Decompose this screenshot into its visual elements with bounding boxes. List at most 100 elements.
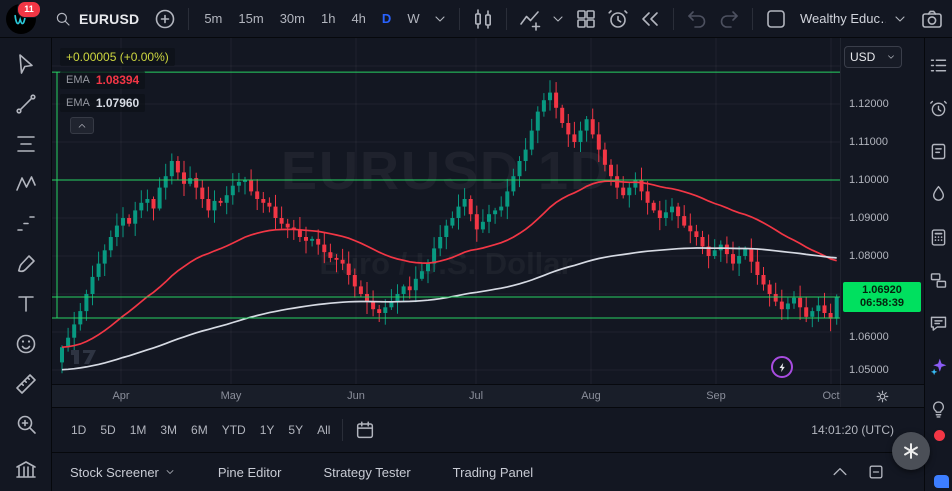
top-toolbar: 11 EURUSD 5m 15m 30m 1h 4h D W: [0, 0, 952, 38]
notification-dot: [932, 428, 947, 443]
emoji-tool-icon[interactable]: [13, 331, 39, 357]
object-tree-icon[interactable]: [928, 270, 949, 291]
go-to-date-calendar-icon[interactable]: [352, 417, 378, 443]
support-chat-icon[interactable]: [934, 475, 949, 488]
ai-sparkle-icon[interactable]: [928, 356, 949, 377]
chart-pane[interactable]: EURUSD 1D Euro / U.S. Dollar +0.00005 (+…: [52, 38, 840, 384]
price-tick: 1.12000: [849, 98, 889, 110]
timeframe-chevron-down-icon[interactable]: [430, 9, 450, 29]
time-axis[interactable]: Apr May Jun Jul Aug Sep Oct: [52, 384, 840, 407]
hotlists-flame-icon[interactable]: [928, 184, 949, 205]
tab-stock-screener[interactable]: Stock Screener: [70, 465, 176, 480]
timeframe-15m[interactable]: 15m: [232, 7, 269, 30]
toolbar-separator: [673, 8, 674, 30]
boost-lightning-button[interactable]: [771, 356, 793, 378]
axis-settings-corner: [840, 384, 924, 407]
chart-style-candles-icon[interactable]: [469, 5, 497, 33]
range-5d[interactable]: 5D: [93, 419, 122, 441]
currency-value: USD: [850, 50, 875, 64]
last-price-badge: 1.06920 06:58:39: [843, 282, 921, 312]
month-label: Sep: [706, 390, 726, 402]
date-range-toolbar: 1D 5D 1M 3M 6M YTD 1Y 5Y All 14:01:20 (U…: [52, 407, 924, 452]
price-tick: 1.05000: [849, 364, 889, 376]
timeframe-30m[interactable]: 30m: [274, 7, 311, 30]
legend-collapse-button[interactable]: [70, 117, 94, 134]
indicators-chevron-down-icon[interactable]: [548, 9, 568, 29]
month-label: Aug: [581, 390, 601, 402]
panel-maximize-icon[interactable]: [866, 462, 886, 482]
panel-expand-chevron-up-icon[interactable]: [830, 462, 850, 482]
grid-layout-icon[interactable]: [572, 5, 600, 33]
price-tick: 1.09000: [849, 212, 889, 224]
month-label: May: [221, 390, 242, 402]
lightning-icon: [777, 362, 788, 373]
price-axis[interactable]: USD 1.12000 1.11000 1.10000 1.09000 1.08…: [840, 38, 924, 384]
range-all[interactable]: All: [310, 419, 337, 441]
range-1y[interactable]: 1Y: [253, 419, 282, 441]
text-tool-icon[interactable]: [13, 291, 39, 317]
bank-institution-icon[interactable]: [13, 457, 39, 483]
currency-selector[interactable]: USD: [844, 46, 902, 68]
range-1m[interactable]: 1M: [123, 419, 154, 441]
chatgpt-overlay-button[interactable]: [892, 432, 930, 470]
fib-retracement-tool-icon[interactable]: [13, 131, 39, 157]
ideas-lightbulb-icon[interactable]: [928, 399, 949, 420]
tab-trading-panel[interactable]: Trading Panel: [453, 465, 533, 480]
data-window-icon[interactable]: [928, 227, 949, 248]
ema-value: 1.08394: [96, 73, 139, 87]
range-3m[interactable]: 3M: [153, 419, 184, 441]
alert-clock-icon[interactable]: [604, 5, 632, 33]
chevron-down-icon: [164, 466, 176, 478]
ema-indicator-row-1[interactable]: EMA 1.08394: [60, 71, 145, 89]
toolbar-separator: [752, 8, 753, 30]
account-chevron-down-icon: [890, 9, 910, 29]
symbol-search-button[interactable]: EURUSD: [46, 7, 147, 31]
range-5y[interactable]: 5Y: [281, 419, 310, 441]
trading-platform-window: 11 EURUSD 5m 15m 30m 1h 4h D W: [0, 0, 952, 491]
price-change: +0.00005 (+0.00%): [60, 48, 175, 66]
indicators-icon[interactable]: [516, 5, 544, 33]
month-label: Apr: [112, 390, 129, 402]
bottom-panel-tabs: Stock Screener Pine Editor Strategy Test…: [52, 452, 924, 491]
account-name: Wealthy Educ…: [800, 11, 886, 26]
redo-icon[interactable]: [715, 5, 743, 33]
range-6m[interactable]: 6M: [184, 419, 215, 441]
toolbar-separator: [459, 8, 460, 30]
timeframe-1w[interactable]: W: [401, 7, 425, 30]
price-tick: 1.06000: [849, 331, 889, 343]
save-layout-icon[interactable]: [762, 5, 790, 33]
timeframe-4h[interactable]: 4h: [345, 7, 371, 30]
brush-tool-icon[interactable]: [13, 251, 39, 277]
tab-pine-editor[interactable]: Pine Editor: [218, 465, 282, 480]
chat-icon[interactable]: [928, 313, 949, 334]
tradingview-logo[interactable]: [70, 346, 104, 373]
snapshot-camera-icon[interactable]: [918, 5, 946, 33]
range-ytd[interactable]: YTD: [215, 419, 253, 441]
chart-legend: +0.00005 (+0.00%) EMA 1.08394 EMA 1.0796…: [60, 48, 175, 134]
bar-countdown: 06:58:39: [843, 297, 921, 310]
timeframe-5m[interactable]: 5m: [198, 7, 228, 30]
bar-replay-icon[interactable]: [636, 5, 664, 33]
server-clock[interactable]: 14:01:20 (UTC): [811, 423, 894, 437]
cursor-tool-icon[interactable]: [13, 51, 39, 77]
timeframe-1h[interactable]: 1h: [315, 7, 341, 30]
tab-strategy-tester[interactable]: Strategy Tester: [323, 465, 410, 480]
layout-account-menu[interactable]: Wealthy Educ…: [796, 6, 914, 32]
elliott-wave-tool-icon[interactable]: [13, 211, 39, 237]
undo-icon[interactable]: [683, 5, 711, 33]
ruler-measure-tool-icon[interactable]: [13, 371, 39, 397]
axis-settings-gear-icon[interactable]: [874, 388, 891, 405]
alerts-clock-icon[interactable]: [928, 98, 949, 119]
journal-notes-icon[interactable]: [928, 141, 949, 162]
chatgpt-knot-icon: [900, 440, 922, 462]
timeframe-1d[interactable]: D: [376, 7, 397, 30]
pattern-tool-icon[interactable]: [13, 171, 39, 197]
watchlist-icon[interactable]: [928, 55, 949, 76]
trend-line-tool-icon[interactable]: [13, 91, 39, 117]
user-avatar-menu[interactable]: 11: [6, 4, 36, 34]
compare-add-symbol-icon[interactable]: [151, 5, 179, 33]
range-1d[interactable]: 1D: [64, 419, 93, 441]
right-widget-sidebar: [924, 38, 952, 491]
ema-indicator-row-2[interactable]: EMA 1.07960: [60, 94, 145, 112]
zoom-in-tool-icon[interactable]: [13, 411, 39, 437]
